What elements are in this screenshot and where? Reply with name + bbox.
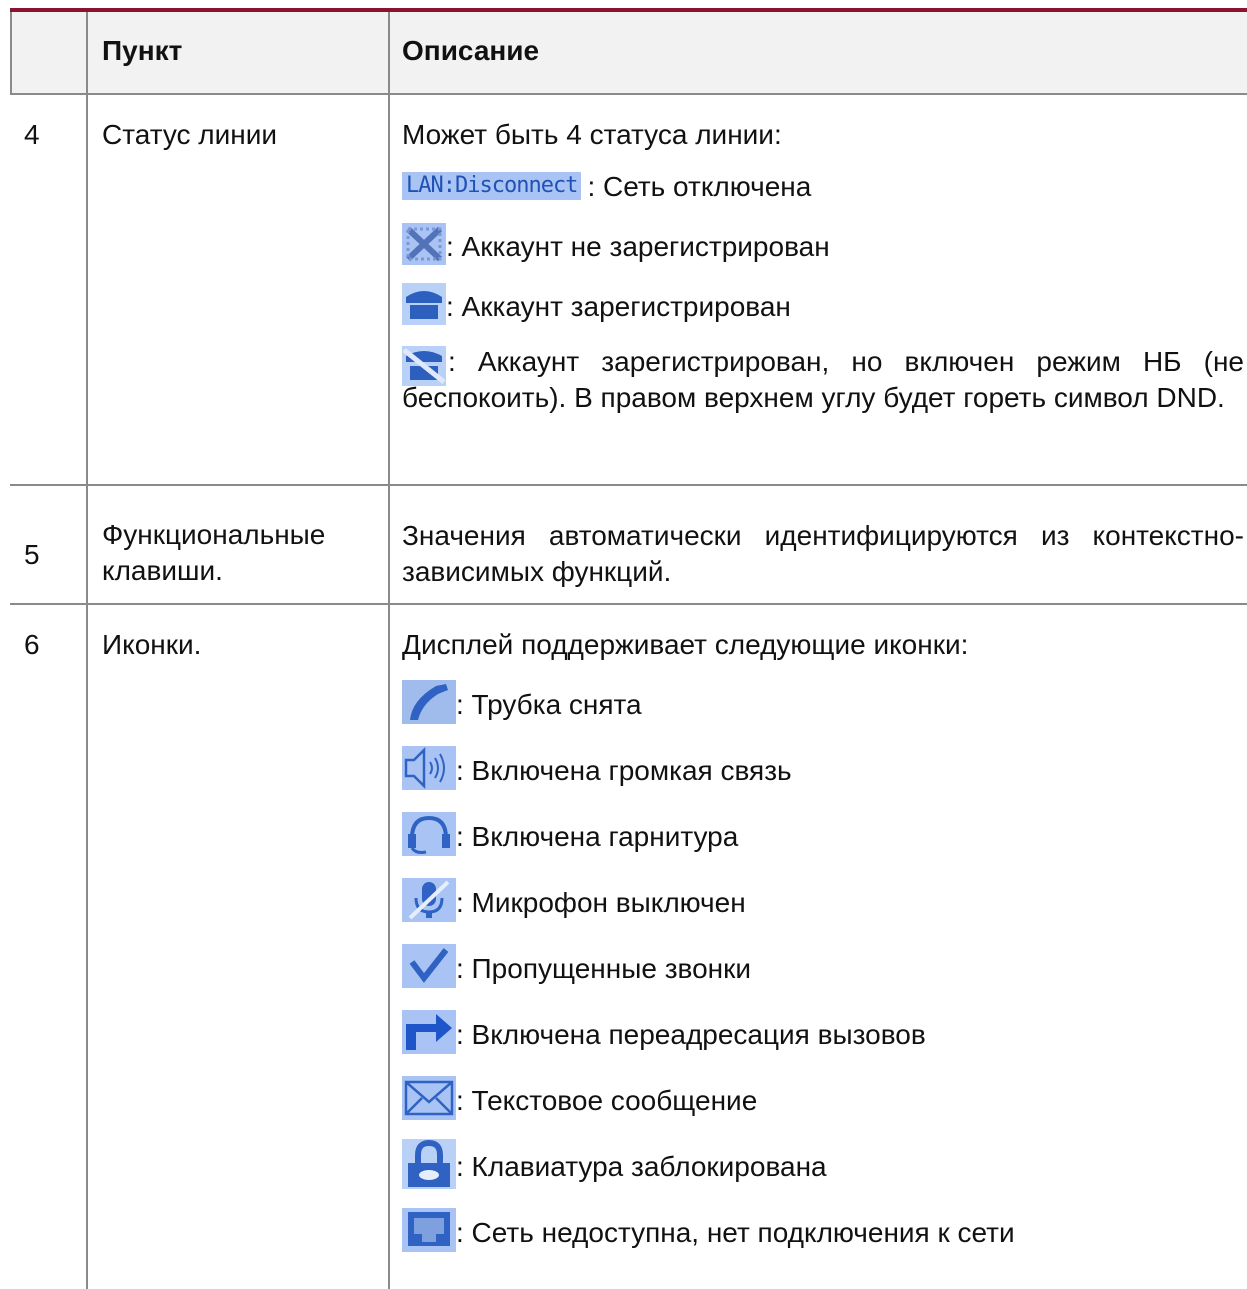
entry-text: : Текстовое сообщение [456, 1084, 758, 1116]
list-item: : Аккаунт не зарегистрирован [402, 222, 830, 270]
message-icon [402, 1075, 456, 1125]
list-item: : Клавиатура заблокирована [402, 1138, 827, 1189]
list-item: : Включена переадресация вызовов [402, 1009, 926, 1059]
entry-text: : Аккаунт не зарегистрирован [446, 230, 830, 262]
mic-muted-icon [402, 877, 456, 927]
row-item-line: клавиши. [102, 555, 223, 586]
list-item: : Сеть недоступна, нет подключения к сет… [402, 1207, 1015, 1257]
entry-text: : Сеть отключена [587, 170, 812, 202]
row-description: Значения автоматически идентифицируются … [402, 520, 1244, 587]
list-item: : Пропущенные звонки [402, 943, 752, 993]
list-item: : Трубка снята [402, 679, 642, 729]
list-item: : Текстовое сообщение [402, 1075, 758, 1125]
entry-text: : Сеть недоступна, нет подключения к сет… [456, 1216, 1015, 1248]
network-unavailable-icon [402, 1207, 456, 1257]
entry-text: : Включена переадресация вызовов [456, 1018, 926, 1050]
list-item: : Включена громкая связь [402, 745, 792, 795]
row-number: 4 [24, 119, 40, 150]
grid-line [10, 484, 1247, 486]
entry-text: : Трубка снята [456, 688, 642, 720]
entry-text: : Включена громкая связь [456, 754, 792, 786]
entry-text: : Микрофон выключен [456, 886, 746, 918]
list-item: : Аккаунт зарегистрирован, но включен ре… [402, 344, 1244, 416]
entry-text: : Пропущенные звонки [456, 952, 752, 984]
header-item: Пункт [102, 35, 183, 66]
row-item-line: Функциональные [102, 519, 326, 550]
grid-line [10, 93, 1247, 95]
headset-icon [402, 811, 456, 861]
row-intro: Дисплей поддерживает следующие иконки: [402, 629, 969, 660]
list-item: : Микрофон выключен [402, 877, 746, 927]
account-dnd-icon [402, 346, 446, 391]
entry-text: : Аккаунт зарегистрирован [446, 290, 791, 322]
entry-text: : Клавиатура заблокирована [456, 1150, 827, 1182]
lan-disconnect-badge: LAN:Disconnect [402, 172, 582, 200]
account-unregistered-icon [402, 222, 446, 270]
list-item: : Включена гарнитура [402, 811, 739, 861]
speaker-icon [402, 745, 456, 795]
grid-line [388, 12, 390, 1289]
lock-icon [402, 1138, 456, 1194]
handset-icon [402, 679, 456, 729]
header-description: Описание [402, 35, 540, 66]
row-number: 6 [24, 629, 40, 660]
row-number: 5 [24, 539, 40, 570]
table-top-rule [10, 8, 1247, 12]
list-item: : Аккаунт зарегистрирован [402, 282, 791, 330]
row-item: Статус линии [102, 119, 278, 150]
call-forward-icon [402, 1009, 456, 1059]
entry-text: : Включена гарнитура [456, 820, 739, 852]
grid-line [86, 12, 88, 1289]
document-page: Пункт Описание 4 Статус линии Может быть… [0, 0, 1247, 1289]
account-registered-icon [402, 282, 446, 330]
table-header-background [10, 12, 1247, 94]
list-item: LAN:Disconnect : Сеть отключена [402, 164, 811, 208]
grid-line [10, 12, 12, 94]
grid-line [10, 603, 1247, 605]
row-intro: Может быть 4 статуса линии: [402, 119, 782, 150]
missed-calls-icon [402, 943, 456, 993]
entry-text: : Аккаунт зарегистрирован, но включен ре… [402, 346, 1244, 413]
row-item: Иконки. [102, 629, 202, 660]
